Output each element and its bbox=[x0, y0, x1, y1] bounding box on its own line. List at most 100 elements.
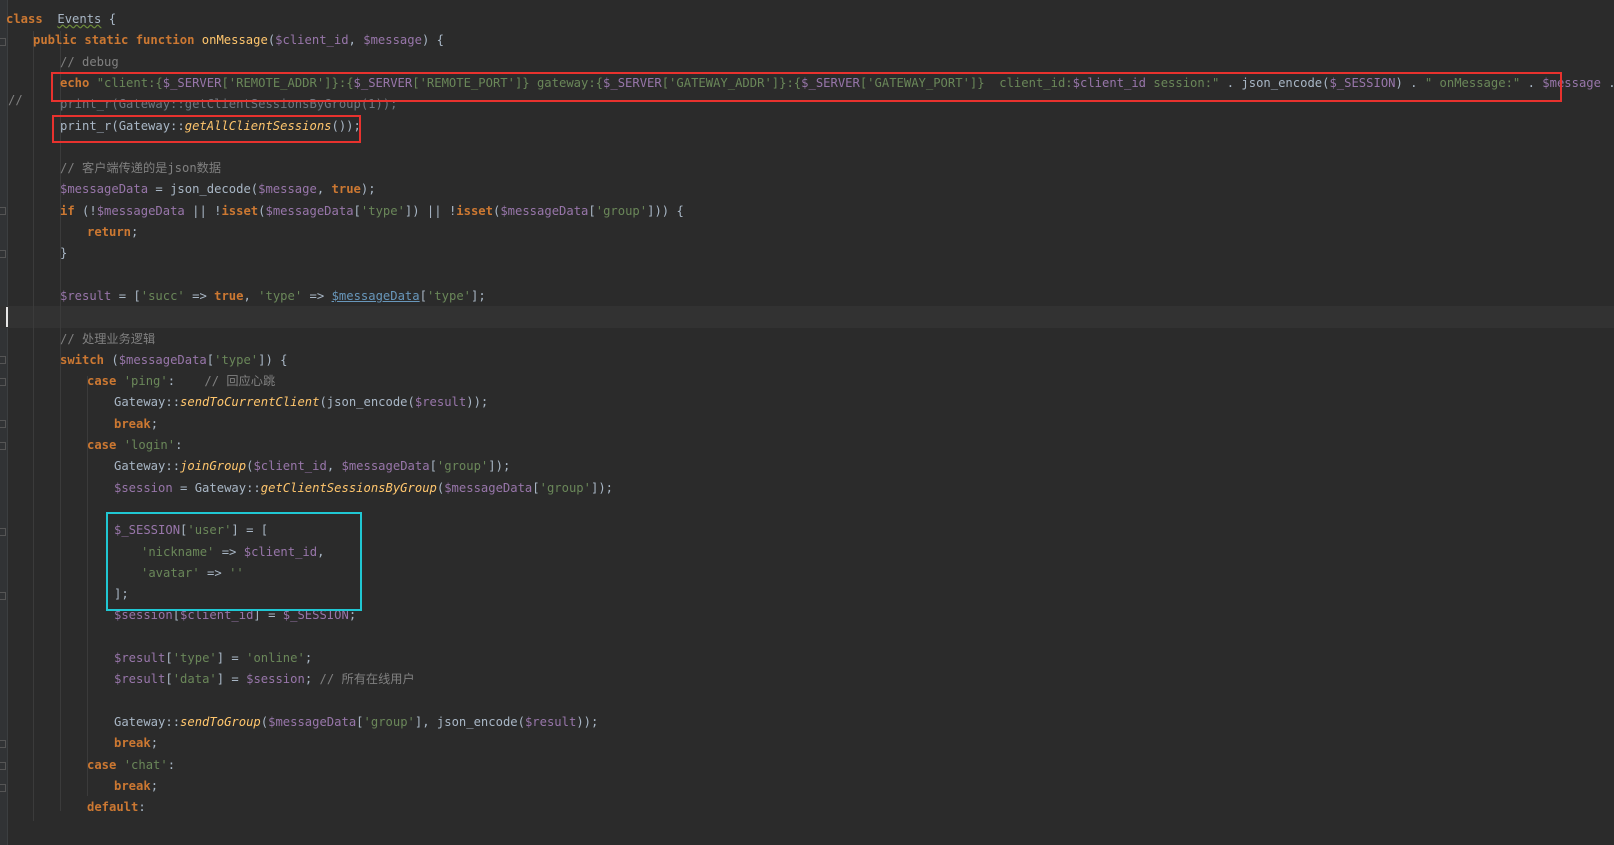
code-token: $messageData bbox=[96, 203, 185, 218]
code-line[interactable]: if (!$messageData || !isset($messageData… bbox=[60, 200, 684, 222]
code-line[interactable]: break; bbox=[114, 732, 158, 754]
code-token: : bbox=[167, 757, 176, 772]
code-line[interactable]: // 客户端传递的是json数据 bbox=[60, 157, 221, 179]
code-line[interactable]: $messageData = json_decode($message, tru… bbox=[60, 178, 376, 200]
code-line[interactable]: break; bbox=[114, 413, 158, 435]
fold-marker-icon[interactable] bbox=[0, 784, 6, 792]
code-line[interactable]: Gateway::joinGroup($client_id, $messageD… bbox=[114, 455, 510, 477]
fold-marker-icon[interactable] bbox=[0, 592, 6, 600]
fold-marker-icon[interactable] bbox=[0, 528, 6, 536]
code-token: = json_decode( bbox=[148, 182, 259, 197]
code-line[interactable]: $result['data'] = $session; // 所有在线用户 bbox=[114, 668, 415, 690]
code-token: ; bbox=[150, 778, 159, 793]
code-token: 'type' bbox=[214, 352, 259, 367]
code-token: onMessage bbox=[201, 33, 268, 48]
code-line[interactable]: } bbox=[60, 242, 67, 264]
code-token: true bbox=[214, 288, 244, 303]
code-token: , bbox=[348, 33, 364, 48]
code-token: Gateway:: bbox=[114, 395, 181, 410]
code-token: $message bbox=[363, 33, 422, 48]
code-line[interactable]: break; bbox=[114, 775, 158, 797]
code-token: 'type' bbox=[258, 288, 303, 303]
fold-marker-icon[interactable] bbox=[0, 207, 6, 215]
code-token: : bbox=[175, 438, 183, 452]
code-token: [ bbox=[353, 203, 361, 218]
code-line[interactable]: // debug bbox=[60, 51, 119, 73]
fold-marker-icon[interactable] bbox=[0, 442, 6, 450]
code-token: break bbox=[114, 778, 151, 793]
fold-marker-icon[interactable] bbox=[0, 378, 6, 386]
code-token: ]; bbox=[471, 288, 486, 303]
code-line[interactable]: $session = Gateway::getClientSessionsByG… bbox=[114, 477, 613, 499]
code-token: [ bbox=[356, 714, 364, 729]
code-line[interactable]: $result = ['succ' => true, 'type' => $me… bbox=[60, 285, 486, 307]
fold-marker-icon[interactable] bbox=[0, 250, 6, 258]
code-token: $messageData bbox=[444, 480, 533, 495]
fold-marker-icon[interactable] bbox=[0, 38, 6, 46]
code-token: isset bbox=[456, 203, 493, 218]
indent-guide bbox=[60, 31, 61, 811]
code-line[interactable]: Gateway::sendToGroup($messageData['group… bbox=[114, 711, 598, 733]
code-token: ; bbox=[304, 651, 313, 665]
code-token: $messageData bbox=[331, 288, 420, 303]
code-token: $result bbox=[114, 651, 166, 665]
code-token: 'group' bbox=[539, 480, 591, 495]
highlight-box-session-user bbox=[106, 512, 362, 611]
code-token: 'data' bbox=[172, 672, 217, 687]
code-token: // debug bbox=[60, 54, 119, 69]
code-token: true bbox=[331, 182, 361, 197]
code-token: } bbox=[60, 246, 68, 261]
code-token: (json_encode( bbox=[319, 395, 415, 410]
code-token: case bbox=[87, 757, 117, 772]
code-token: sendToGroup bbox=[180, 714, 261, 729]
code-line[interactable]: return; bbox=[87, 221, 138, 243]
code-token: Gateway:: bbox=[114, 714, 181, 729]
code-token: public static function bbox=[33, 33, 195, 48]
fold-marker-icon[interactable] bbox=[0, 356, 6, 364]
code-line[interactable]: $result['type'] = 'online'; bbox=[114, 647, 312, 669]
code-line[interactable]: Gateway::sendToCurrentClient(json_encode… bbox=[114, 391, 488, 413]
code-token: $message bbox=[258, 182, 317, 197]
code-token: ]) || ! bbox=[404, 203, 457, 218]
code-line[interactable]: switch ($messageData['type']) { bbox=[60, 349, 288, 371]
code-token: $result bbox=[60, 288, 112, 303]
code-token: $result bbox=[114, 672, 166, 687]
code-token: sendToCurrentClient bbox=[180, 395, 320, 410]
code-token: [ bbox=[165, 651, 173, 665]
code-line[interactable]: case 'ping': // 回应心跳 bbox=[87, 370, 275, 392]
code-token: $session bbox=[246, 672, 305, 687]
code-token: ] = bbox=[216, 672, 247, 687]
code-token: $messageData bbox=[265, 203, 354, 218]
current-line-highlight bbox=[0, 306, 1614, 328]
fold-marker-icon[interactable] bbox=[0, 420, 6, 428]
code-token: : bbox=[138, 800, 146, 815]
code-token: isset bbox=[221, 203, 259, 218]
code-token: class bbox=[6, 12, 43, 26]
code-line[interactable]: default: bbox=[87, 796, 146, 818]
code-token: )); bbox=[576, 714, 599, 729]
code-token: [ bbox=[165, 672, 173, 687]
code-token: ]) { bbox=[258, 352, 288, 367]
code-token: ; bbox=[131, 225, 139, 239]
code-token: ]); bbox=[488, 459, 511, 474]
code-line[interactable]: public static function onMessage($client… bbox=[33, 29, 444, 51]
code-token: { bbox=[101, 12, 117, 26]
code-token: return bbox=[87, 225, 132, 239]
code-token: $session bbox=[114, 480, 173, 495]
code-token: $messageData bbox=[118, 352, 207, 367]
code-line[interactable]: case 'login': bbox=[87, 434, 182, 456]
code-token: // 回应心跳 bbox=[204, 374, 276, 389]
fold-marker-icon[interactable] bbox=[0, 762, 6, 770]
code-editor[interactable]: class Events {public static function onM… bbox=[0, 0, 1614, 845]
code-token: $client_id bbox=[253, 459, 327, 474]
code-token: switch bbox=[60, 352, 105, 367]
code-line[interactable]: // 处理业务逻辑 bbox=[60, 328, 155, 350]
code-line[interactable]: class Events { bbox=[6, 8, 116, 30]
code-token: : bbox=[167, 374, 205, 389]
fold-marker-icon[interactable] bbox=[0, 740, 6, 748]
code-line[interactable]: case 'chat': bbox=[87, 754, 175, 776]
code-token: $messageData bbox=[268, 714, 357, 729]
